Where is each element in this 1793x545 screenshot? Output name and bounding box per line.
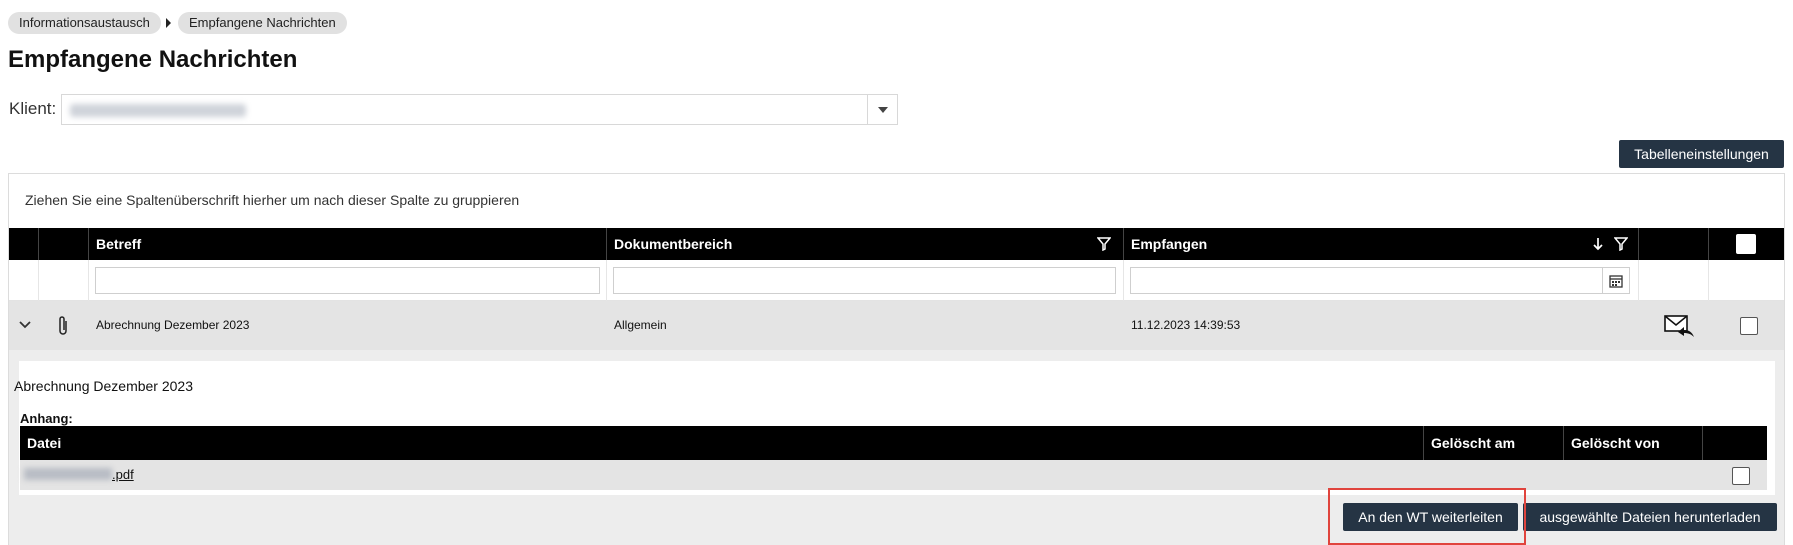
grid-header-row: Betreff Dokumentbereich Empfangen [9, 228, 1784, 260]
header-datei[interactable]: Datei [20, 426, 1424, 460]
mail-reply-icon[interactable] [1664, 314, 1696, 338]
header-dokumentbereich-label: Dokumentbereich [614, 236, 733, 252]
table-row[interactable]: Abrechnung Dezember 2023 Allgemein 11.12… [9, 301, 1784, 350]
page-title: Empfangene Nachrichten [8, 46, 298, 73]
header-betreff-label: Betreff [96, 236, 142, 252]
header-attachment-select-col [1703, 426, 1767, 460]
grid-filter-row [9, 260, 1784, 301]
header-geloescht-von[interactable]: Gelöscht von [1564, 426, 1703, 460]
file-name-redacted [24, 468, 112, 480]
klient-select[interactable] [61, 94, 898, 125]
filter-empty-cell [1709, 260, 1784, 301]
funnel-icon[interactable] [1614, 237, 1628, 251]
filter-empty-cell [39, 260, 89, 301]
calendar-icon [1609, 275, 1623, 288]
filter-empfangen-input[interactable] [1130, 267, 1603, 294]
klient-value-redacted [70, 104, 246, 117]
header-dokumentbereich[interactable]: Dokumentbereich [607, 228, 1124, 260]
header-empfangen-label: Empfangen [1131, 236, 1208, 252]
header-geloescht-von-label: Gelöscht von [1571, 435, 1660, 451]
header-geloescht-am[interactable]: Gelöscht am [1424, 426, 1564, 460]
chevron-down-icon [878, 107, 888, 113]
filter-betreff-cell [89, 260, 607, 301]
breadcrumb-separator-icon [166, 18, 171, 28]
download-selected-button[interactable]: ausgewählte Dateien herunterladen [1523, 503, 1777, 531]
filter-empty-cell [1639, 260, 1709, 301]
detail-subject: Abrechnung Dezember 2023 [14, 378, 194, 394]
klient-dropdown-button[interactable] [867, 95, 897, 124]
file-link[interactable]: .pdf [112, 467, 134, 482]
attachments-label: Anhang: [20, 411, 73, 426]
arrow-down-icon[interactable] [1592, 237, 1604, 251]
attachments-header-row: Datei Gelöscht am Gelöscht von [20, 426, 1767, 460]
funnel-icon[interactable] [1097, 237, 1111, 251]
header-actions-col [1639, 228, 1709, 260]
group-hint: Ziehen Sie eine Spaltenüberschrift hierh… [25, 192, 520, 208]
chevron-down-icon[interactable] [19, 321, 31, 330]
header-betreff[interactable]: Betreff [89, 228, 607, 260]
paperclip-icon [59, 316, 67, 335]
header-empfangen[interactable]: Empfangen [1124, 228, 1639, 260]
highlight-box [1328, 488, 1526, 545]
row-area: Allgemein [614, 318, 667, 332]
header-select-col [1709, 228, 1784, 260]
header-expand-col [9, 228, 39, 260]
attachment-select-checkbox[interactable] [1732, 467, 1750, 485]
breadcrumb-item-empfangene-nachrichten[interactable]: Empfangene Nachrichten [178, 12, 347, 34]
filter-betreff-input[interactable] [95, 267, 600, 294]
row-received: 11.12.2023 14:39:53 [1131, 318, 1241, 332]
filter-date-picker-button[interactable] [1603, 267, 1630, 294]
table-settings-button[interactable]: Tabelleneinstellungen [1619, 140, 1784, 168]
breadcrumb-item-informationsaustausch[interactable]: Informationsaustausch [8, 12, 161, 34]
filter-empty-cell [9, 260, 39, 301]
select-all-checkbox[interactable] [1736, 234, 1756, 254]
header-geloescht-am-label: Gelöscht am [1431, 435, 1516, 451]
filter-dokumentbereich-input[interactable] [613, 267, 1116, 294]
attachment-row[interactable]: .pdf [20, 460, 1767, 490]
filter-empfangen-cell [1124, 260, 1639, 301]
row-select-checkbox[interactable] [1740, 317, 1758, 335]
klient-label: Klient: [9, 99, 57, 118]
filter-dokumentbereich-cell [607, 260, 1124, 301]
row-subject: Abrechnung Dezember 2023 [96, 318, 250, 332]
header-attachment-col [39, 228, 89, 260]
header-datei-label: Datei [27, 435, 62, 451]
